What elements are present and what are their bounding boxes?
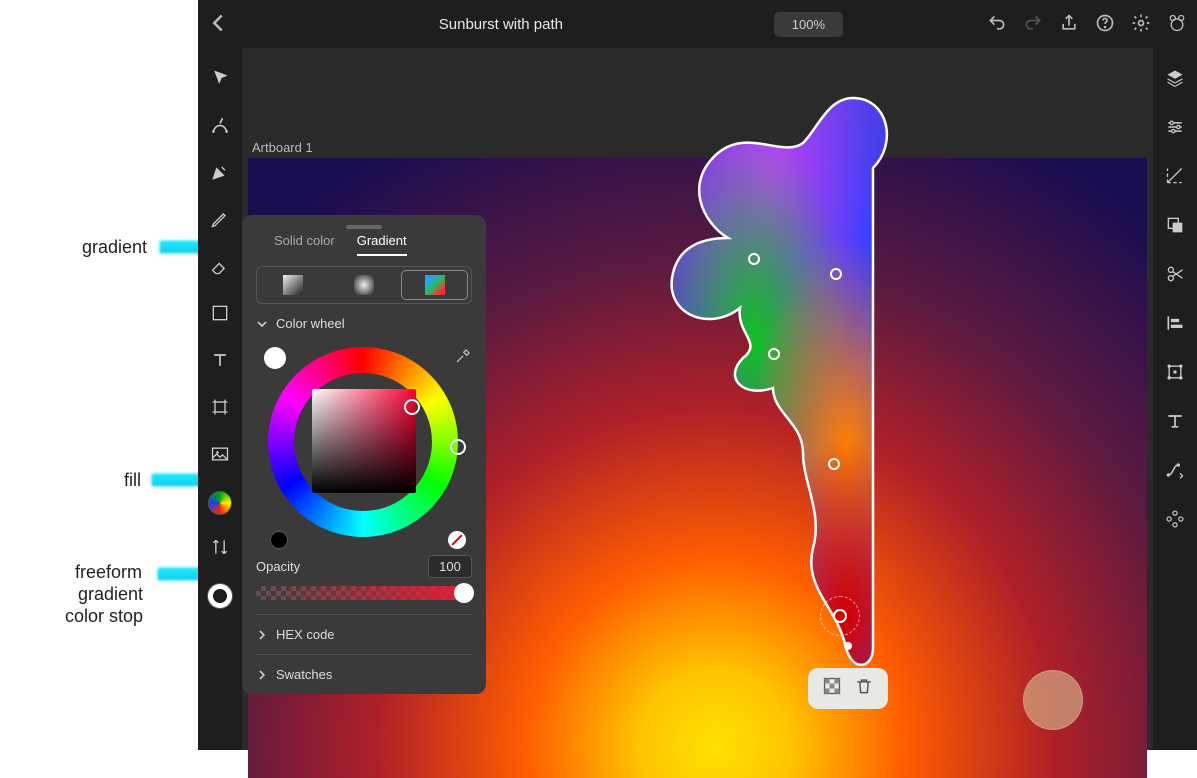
hex-section-header[interactable]: HEX code — [256, 614, 472, 654]
color-wheel-area — [256, 339, 472, 549]
artboard-label: Artboard 1 — [252, 140, 313, 155]
precision-panel-icon[interactable] — [1165, 166, 1185, 191]
opacity-slider-thumb[interactable] — [454, 583, 474, 603]
selection-tool[interactable] — [210, 68, 230, 93]
color-stop-marker[interactable] — [828, 458, 840, 470]
transparency-button[interactable] — [822, 676, 842, 701]
transform-panel-icon[interactable] — [1165, 362, 1185, 387]
linear-gradient-type[interactable] — [261, 271, 326, 299]
white-swatch[interactable] — [264, 347, 286, 369]
black-swatch[interactable] — [270, 531, 288, 549]
opacity-label: Opacity — [256, 559, 300, 574]
path-panel-icon[interactable] — [1165, 460, 1185, 485]
callout-freeform-label-3: color stop — [65, 606, 143, 627]
type-panel-icon[interactable] — [1165, 411, 1185, 436]
teddy-button[interactable] — [1167, 13, 1187, 36]
color-stop-context-bar — [808, 668, 888, 709]
touch-shortcut[interactable] — [1023, 670, 1083, 730]
selected-color-stop[interactable] — [820, 596, 860, 636]
color-panel: Solid color Gradient Color wheel Opacit — [242, 215, 486, 694]
app-window: Sunburst with path 100% — [198, 0, 1197, 750]
color-wheel-label: Color wheel — [276, 316, 345, 331]
eyedropper-button[interactable] — [454, 347, 472, 365]
pencil-tool[interactable] — [210, 209, 230, 234]
zoom-level[interactable]: 100% — [774, 12, 843, 37]
repeat-panel-icon[interactable] — [1165, 509, 1185, 534]
panel-drag-handle[interactable] — [346, 225, 382, 229]
type-tool[interactable] — [210, 350, 230, 375]
callout-gradient-label: gradient — [82, 237, 147, 258]
properties-panel-icon[interactable] — [1165, 117, 1185, 142]
top-bar: Sunburst with path 100% — [198, 0, 1197, 48]
stroke-color[interactable] — [208, 584, 232, 608]
sb-cursor[interactable] — [404, 399, 420, 415]
align-panel-icon[interactable] — [1165, 313, 1185, 338]
combine-panel-icon[interactable] — [1165, 215, 1185, 240]
delete-stop-button[interactable] — [854, 676, 874, 701]
eraser-tool[interactable] — [210, 256, 230, 281]
artboard-tool[interactable] — [210, 397, 230, 422]
hex-label: HEX code — [276, 627, 335, 642]
fill-color[interactable] — [208, 491, 232, 515]
opacity-slider[interactable] — [256, 586, 472, 600]
color-stop-marker[interactable] — [748, 253, 760, 265]
hue-cursor[interactable] — [450, 439, 466, 455]
left-toolbar — [198, 48, 242, 750]
callout-fill-label: fill — [124, 470, 141, 491]
saturation-brightness-square[interactable] — [312, 389, 416, 493]
pen-tool[interactable] — [210, 162, 230, 187]
share-button[interactable] — [1059, 13, 1079, 36]
color-stop-marker[interactable] — [768, 348, 780, 360]
callout-freeform-label-2: gradient — [78, 584, 143, 605]
color-wheel-section-header[interactable]: Color wheel — [256, 316, 472, 331]
spread-handle[interactable] — [844, 642, 852, 650]
swatches-label: Swatches — [276, 667, 332, 682]
back-button[interactable] — [208, 13, 228, 36]
freeform-gradient-type[interactable] — [402, 271, 467, 299]
radial-gradient-type[interactable] — [332, 271, 397, 299]
settings-button[interactable] — [1131, 13, 1151, 36]
tab-solid-color[interactable]: Solid color — [274, 233, 335, 256]
document-title: Sunburst with path — [242, 16, 760, 33]
freeform-gradient-shape[interactable] — [628, 88, 908, 688]
redo-button[interactable] — [1023, 13, 1043, 36]
layers-panel-icon[interactable] — [1165, 68, 1185, 93]
direct-selection-tool[interactable] — [210, 115, 230, 140]
right-panel-strip — [1153, 48, 1197, 750]
help-button[interactable] — [1095, 13, 1115, 36]
shape-tool[interactable] — [210, 303, 230, 328]
tab-gradient[interactable]: Gradient — [357, 233, 407, 256]
opacity-value[interactable]: 100 — [428, 555, 472, 578]
color-stop-marker[interactable] — [830, 268, 842, 280]
place-image-tool[interactable] — [210, 444, 230, 469]
callout-freeform-label-1: freeform — [75, 562, 142, 583]
gradient-type-selector — [256, 266, 472, 304]
scissors-icon[interactable] — [1165, 264, 1185, 289]
selected-color-stop-handle[interactable] — [833, 609, 847, 623]
none-swatch[interactable] — [448, 531, 466, 549]
swap-fill-stroke[interactable] — [210, 537, 230, 562]
undo-button[interactable] — [987, 13, 1007, 36]
swatches-section-header[interactable]: Swatches — [256, 654, 472, 694]
